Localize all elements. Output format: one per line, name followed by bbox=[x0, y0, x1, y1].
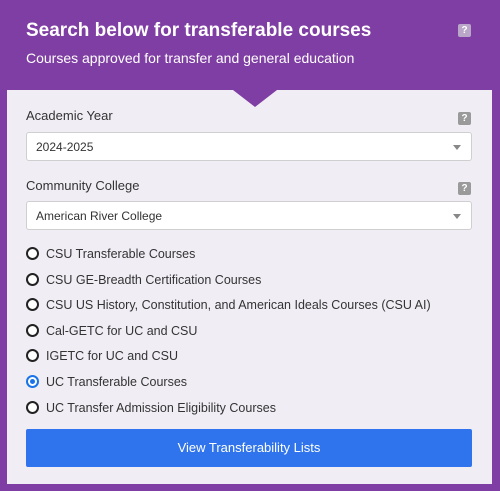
chevron-down-icon bbox=[453, 214, 461, 219]
radio-option-uc-transferable[interactable]: UC Transferable Courses bbox=[26, 374, 472, 390]
radio-label: UC Transferable Courses bbox=[46, 375, 188, 389]
radio-button[interactable] bbox=[26, 273, 39, 286]
search-header: Search below for transferable courses Co… bbox=[0, 0, 500, 90]
radio-label: CSU GE-Breadth Certification Courses bbox=[46, 273, 262, 287]
radio-option-igetc[interactable]: IGETC for UC and CSU bbox=[26, 348, 472, 364]
view-transferability-lists-button[interactable]: View Transferability Lists bbox=[26, 429, 472, 467]
radio-label: Cal-GETC for UC and CSU bbox=[46, 324, 198, 338]
academic-year-select[interactable]: 2024-2025 bbox=[26, 132, 472, 161]
academic-year-help-icon[interactable]: ? bbox=[458, 112, 471, 125]
radio-label: CSU US History, Constitution, and Americ… bbox=[46, 298, 431, 312]
community-college-help-icon[interactable]: ? bbox=[458, 182, 471, 195]
radio-option-csu-ai[interactable]: CSU US History, Constitution, and Americ… bbox=[26, 297, 472, 313]
community-college-select[interactable]: American River College bbox=[26, 201, 472, 230]
radio-label: CSU Transferable Courses bbox=[46, 247, 196, 261]
radio-button[interactable] bbox=[26, 401, 39, 414]
radio-option-csu-ge-breadth[interactable]: CSU GE-Breadth Certification Courses bbox=[26, 272, 472, 288]
page-title: Search below for transferable courses bbox=[26, 20, 372, 41]
community-college-label: Community College bbox=[26, 178, 140, 193]
chevron-down-icon bbox=[453, 145, 461, 150]
radio-button[interactable] bbox=[26, 324, 39, 337]
radio-option-csu-transferable[interactable]: CSU Transferable Courses bbox=[26, 246, 472, 262]
radio-button[interactable] bbox=[26, 247, 39, 260]
academic-year-label: Academic Year bbox=[26, 108, 113, 123]
radio-button[interactable] bbox=[26, 298, 39, 311]
radio-button[interactable] bbox=[26, 375, 39, 388]
help-icon[interactable]: ? bbox=[458, 24, 471, 37]
page-subtitle: Courses approved for transfer and genera… bbox=[26, 50, 355, 66]
radio-label: IGETC for UC and CSU bbox=[46, 349, 178, 363]
radio-option-cal-getc[interactable]: Cal-GETC for UC and CSU bbox=[26, 323, 472, 339]
transfer-search-widget: Search below for transferable courses Co… bbox=[0, 0, 500, 491]
radio-button[interactable] bbox=[26, 349, 39, 362]
academic-year-value: 2024-2025 bbox=[36, 140, 94, 154]
radio-option-uc-tae[interactable]: UC Transfer Admission Eligibility Course… bbox=[26, 400, 472, 416]
header-notch bbox=[233, 90, 277, 107]
community-college-value: American River College bbox=[36, 209, 163, 223]
radio-label: UC Transfer Admission Eligibility Course… bbox=[46, 401, 276, 415]
